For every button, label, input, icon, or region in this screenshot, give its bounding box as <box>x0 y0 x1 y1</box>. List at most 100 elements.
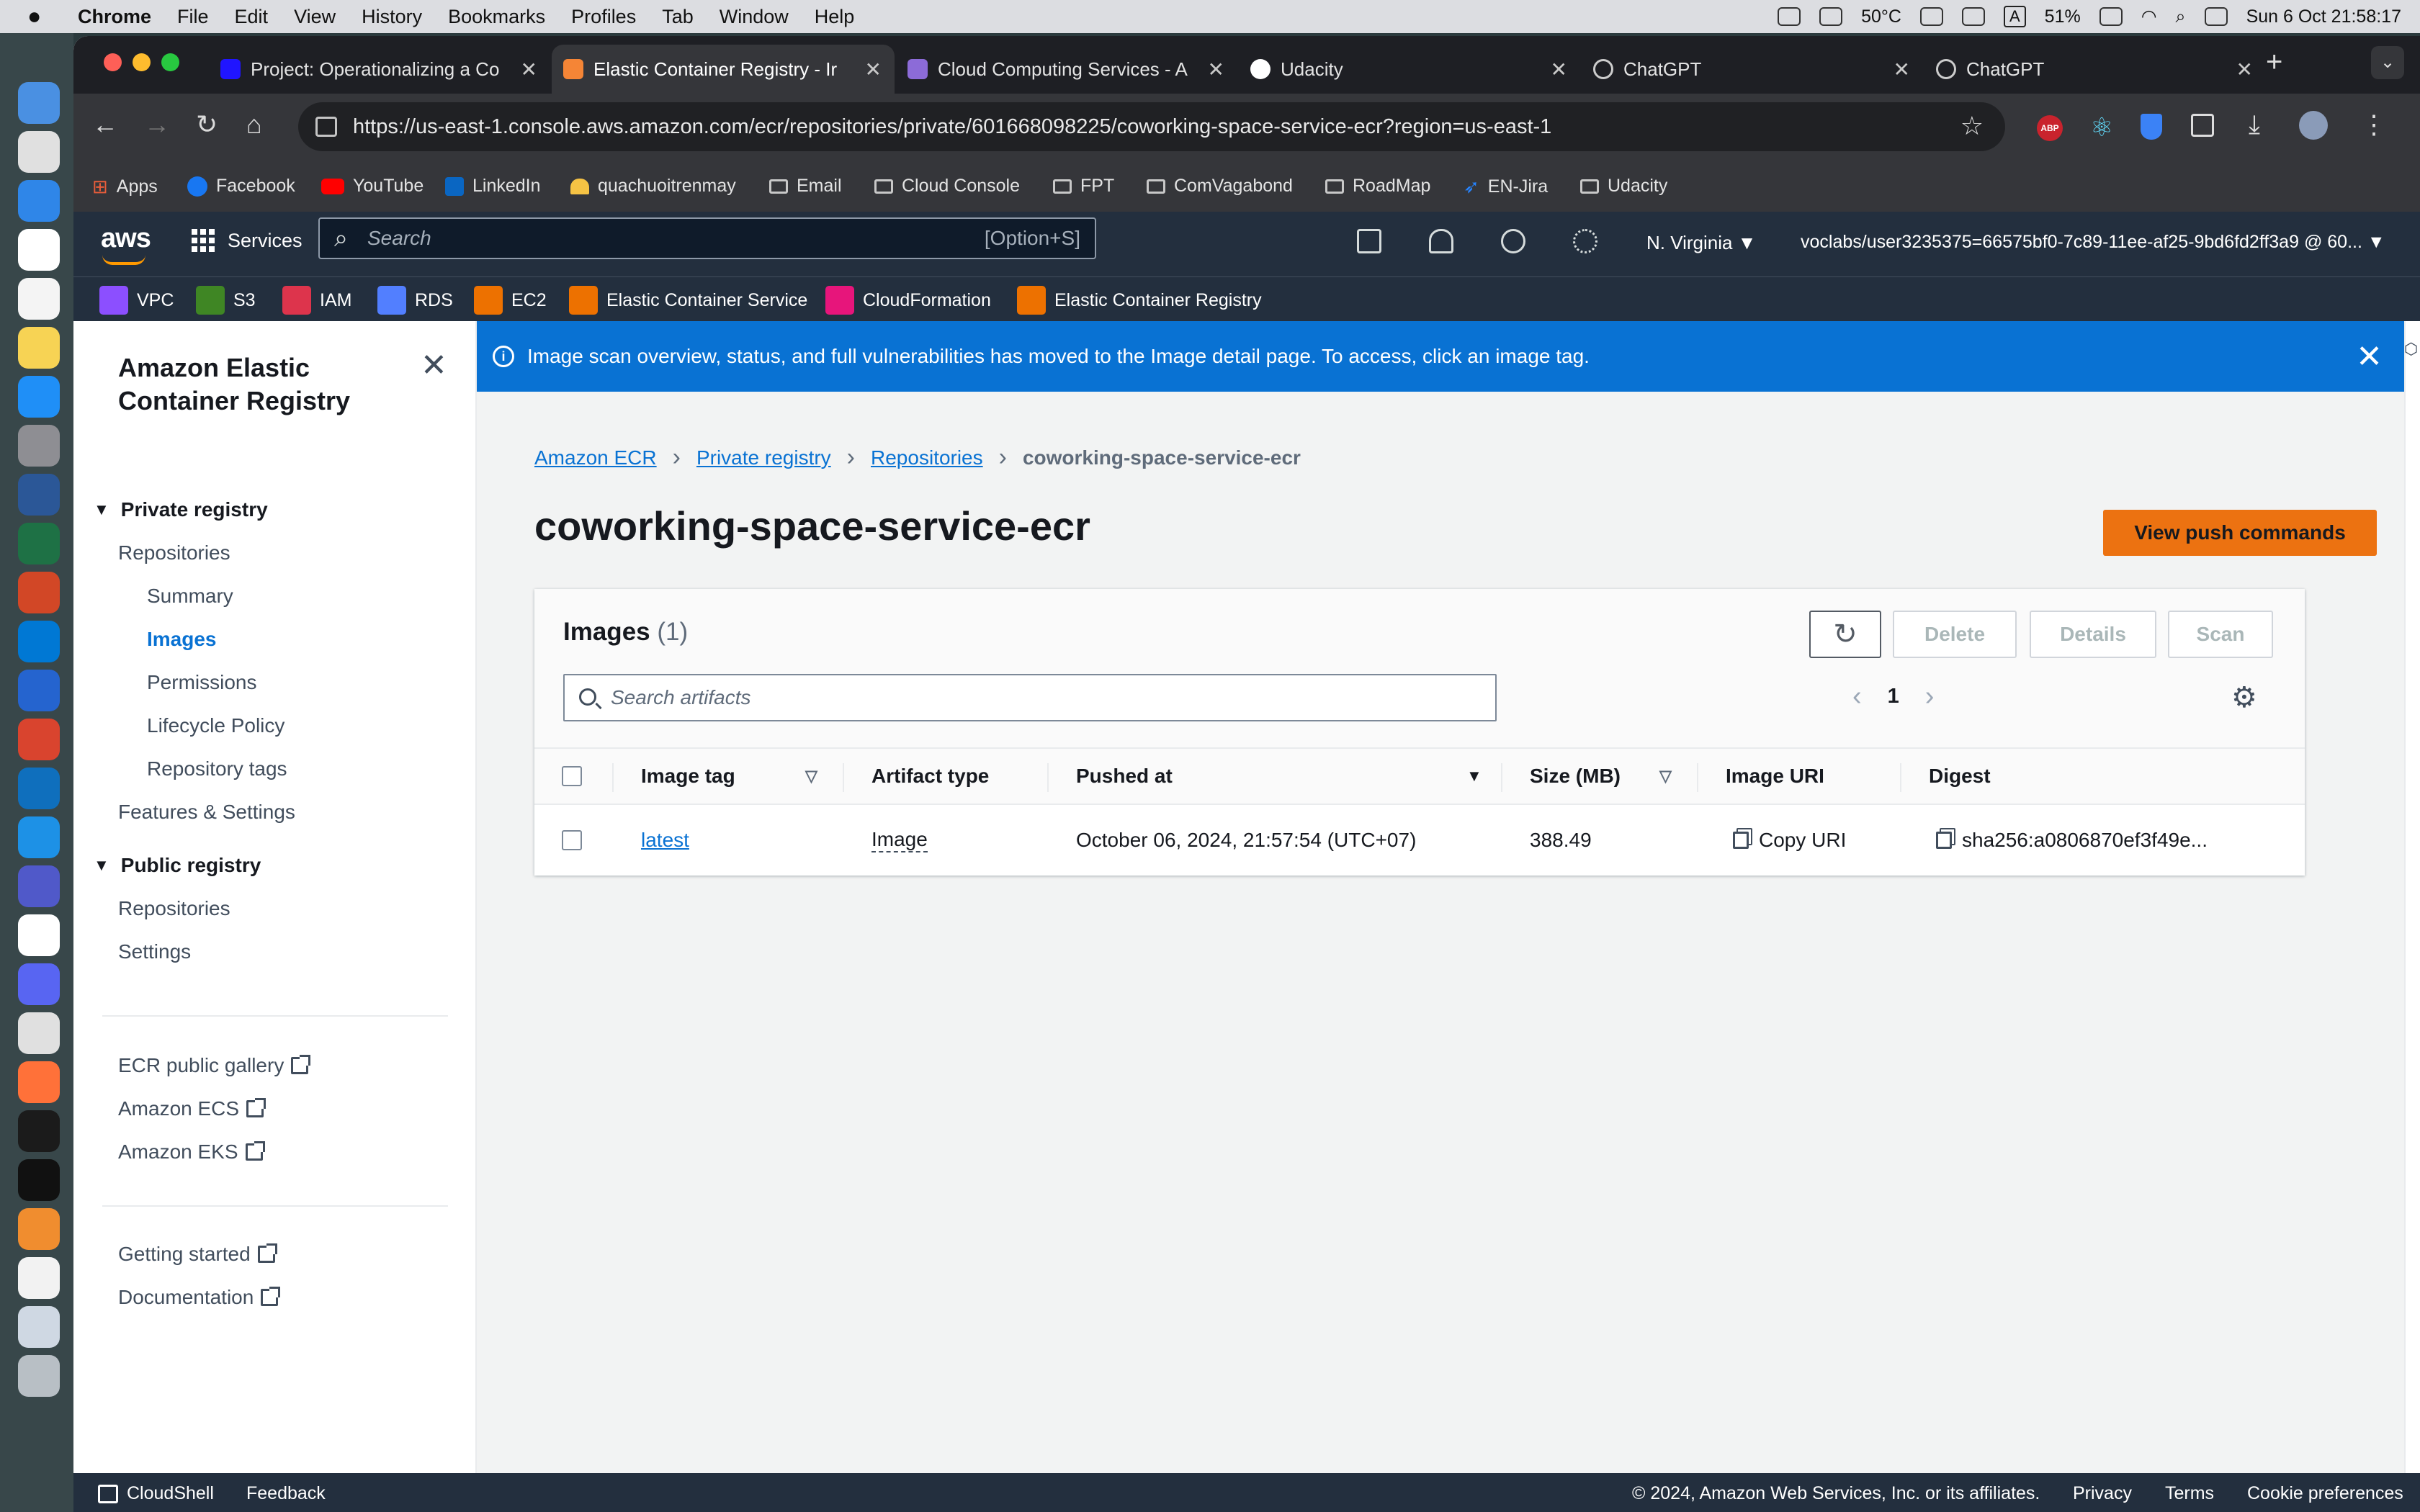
menu-history[interactable]: History <box>362 6 422 28</box>
notifications-bell-icon[interactable] <box>1429 229 1453 253</box>
close-tab-icon[interactable]: ✕ <box>2236 58 2253 81</box>
battery-percent[interactable]: 51% <box>2045 6 2081 27</box>
close-tab-icon[interactable]: ✕ <box>865 58 882 81</box>
favorite-iam[interactable]: IAM <box>282 286 351 315</box>
row-select-checkbox[interactable] <box>562 830 582 850</box>
column-header-size[interactable]: Size (MB) <box>1530 749 1621 804</box>
app-store-icon[interactable] <box>18 376 60 418</box>
cloudshell-button[interactable]: CloudShell <box>98 1483 214 1504</box>
discord-icon[interactable] <box>18 963 60 1005</box>
docker-icon[interactable] <box>18 816 60 858</box>
bookmark-folder-cloud-console[interactable]: Cloud Console <box>874 176 1020 197</box>
sort-icon[interactable]: ▽ <box>1659 749 1672 804</box>
close-sidebar-icon[interactable]: ✕ <box>421 347 447 384</box>
menu-help[interactable]: Help <box>815 6 855 28</box>
sidebar-item-public-settings[interactable]: Settings <box>118 940 191 963</box>
preview-icon[interactable] <box>18 1306 60 1348</box>
clock[interactable]: Sun 6 Oct 21:58:17 <box>2246 6 2401 27</box>
profile-avatar[interactable] <box>2299 111 2328 140</box>
terms-link[interactable]: Terms <box>2165 1483 2214 1504</box>
firefox-icon[interactable] <box>18 1061 60 1103</box>
teams-icon[interactable] <box>18 865 60 907</box>
tab-udacity[interactable]: Udacity ✕ <box>1239 45 1580 94</box>
slack-icon[interactable] <box>18 914 60 956</box>
bookmark-folder-roadmap[interactable]: RoadMap <box>1325 176 1430 197</box>
sidebar-item-permissions[interactable]: Permissions <box>147 671 256 694</box>
tab-chatgpt-1[interactable]: ChatGPT ✕ <box>1582 45 1923 94</box>
favorite-rds[interactable]: RDS <box>377 286 453 315</box>
minimize-window-button[interactable] <box>133 53 151 71</box>
bookmark-apps[interactable]: ⊞ Apps <box>92 176 158 198</box>
trash-icon[interactable] <box>18 1355 60 1397</box>
favorite-ec2[interactable]: EC2 <box>474 286 547 315</box>
reload-icon[interactable]: ↻ <box>196 109 218 140</box>
info-panel-icon[interactable]: ⬡ <box>2404 340 2418 359</box>
view-push-commands-button[interactable]: View push commands <box>2103 510 2377 556</box>
aws-logo[interactable]: aws <box>101 223 151 265</box>
menu-view[interactable]: View <box>294 6 336 28</box>
close-tab-icon[interactable]: ✕ <box>1551 58 1567 81</box>
browser-menu-icon[interactable]: ⋮ <box>2361 109 2387 140</box>
download-icon[interactable]: ⤓ <box>2249 109 2260 140</box>
favorite-ecr[interactable]: Elastic Container Registry <box>1017 286 1262 315</box>
react-devtools-icon[interactable]: ⚛ <box>2090 112 2113 143</box>
close-tab-icon[interactable]: ✕ <box>1894 58 1910 81</box>
powerpoint-icon[interactable] <box>18 572 60 613</box>
documentation-link[interactable]: Documentation <box>118 1286 281 1309</box>
bookmark-folder-email[interactable]: Email <box>769 176 842 197</box>
chrome-icon[interactable] <box>18 1012 60 1054</box>
column-header-artifact-type[interactable]: Artifact type <box>871 749 989 804</box>
favorite-vpc[interactable]: VPC <box>99 286 174 315</box>
delete-button[interactable]: Delete <box>1893 611 2017 658</box>
region-selector[interactable]: N. Virginia ▼ <box>1646 232 1756 254</box>
copy-digest-button[interactable]: sha256:a0806870ef3f49e... <box>1936 805 2208 876</box>
wifi-icon[interactable]: ◠ <box>2141 6 2157 27</box>
menu-file[interactable]: File <box>177 6 209 28</box>
bookmark-quachuoitrenmay[interactable]: quachuoitrenmay <box>570 176 736 197</box>
vscode-icon[interactable] <box>18 768 60 809</box>
textedit-icon[interactable] <box>18 1257 60 1299</box>
feedback-button[interactable]: Feedback <box>246 1483 326 1504</box>
activity-monitor-icon[interactable] <box>18 1110 60 1152</box>
apple-menu-icon[interactable]: ● <box>27 3 41 30</box>
services-menu-button[interactable]: Services <box>192 229 302 252</box>
breadcrumb-repositories[interactable]: Repositories <box>871 446 983 469</box>
menu-chrome[interactable]: Chrome <box>78 6 151 28</box>
image-tag-link[interactable]: latest <box>641 829 689 852</box>
reminders-icon[interactable] <box>18 278 60 320</box>
extensions-puzzle-icon[interactable] <box>2191 114 2214 137</box>
bookmark-folder-fpt[interactable]: FPT <box>1053 176 1114 197</box>
aws-search-input[interactable]: ⌕ Search [Option+S] <box>318 217 1096 259</box>
back-icon[interactable]: ← <box>92 109 118 140</box>
close-window-button[interactable] <box>104 53 122 71</box>
bookmark-star-icon[interactable]: ☆ <box>1960 111 1984 141</box>
current-page-number[interactable]: 1 <box>1888 685 1899 708</box>
amazon-eks-link[interactable]: Amazon EKS <box>118 1140 265 1164</box>
account-menu[interactable]: voclabs/user3235375=66575bf0-7c89-11ee-a… <box>1801 232 2385 253</box>
battery-icon[interactable] <box>2099 7 2123 26</box>
control-center-icon[interactable] <box>2204 7 2228 26</box>
favorite-s3[interactable]: S3 <box>196 286 256 315</box>
sidebar-item-features-settings[interactable]: Features & Settings <box>118 801 295 824</box>
tab-cloud-computing[interactable]: Cloud Computing Services - A ✕ <box>896 45 1237 94</box>
sidebar-item-lifecycle-policy[interactable]: Lifecycle Policy <box>147 714 284 737</box>
cloud-icon[interactable] <box>1919 7 1943 26</box>
bookmark-linkedin[interactable]: LinkedIn <box>445 176 541 197</box>
help-icon[interactable] <box>1501 229 1525 253</box>
dismiss-flash-icon[interactable]: ✕ <box>2356 338 2383 375</box>
todo-icon[interactable] <box>18 670 60 711</box>
sidebar-title[interactable]: Amazon Elastic Container Registry <box>118 351 392 418</box>
new-tab-button[interactable]: + <box>2266 46 2282 78</box>
menu-tab[interactable]: Tab <box>662 6 694 28</box>
privacy-link[interactable]: Privacy <box>2073 1483 2132 1504</box>
tab-search-icon[interactable]: ⌄ <box>2371 46 2404 79</box>
remote-desktop-icon[interactable] <box>18 719 60 760</box>
ecr-public-gallery-link[interactable]: ECR public gallery <box>118 1054 311 1077</box>
address-bar[interactable]: https://us-east-1.console.aws.amazon.com… <box>298 102 2005 151</box>
close-tab-icon[interactable]: ✕ <box>1208 58 1224 81</box>
finder-icon[interactable] <box>18 82 60 124</box>
sidebar-item-repositories[interactable]: Repositories <box>118 541 230 564</box>
cookie-preferences-link[interactable]: Cookie preferences <box>2247 1483 2403 1504</box>
artifact-type-value[interactable]: Image <box>871 828 928 852</box>
sort-icon[interactable]: ▽ <box>805 749 817 804</box>
